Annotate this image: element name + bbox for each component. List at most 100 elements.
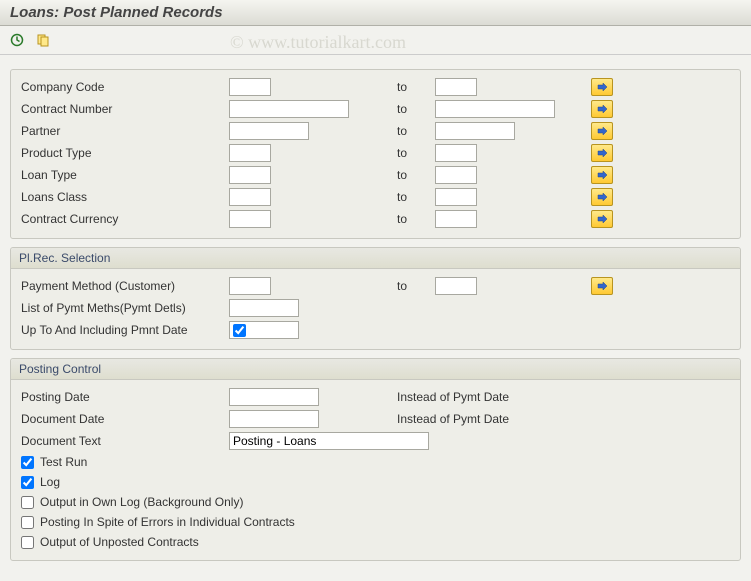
selection-row: Contract Currency to [11, 208, 740, 230]
document-date-row: Document Date Instead of Pymt Date [11, 408, 740, 430]
checkbox-label: Test Run [40, 455, 87, 469]
selection-row: Loans Class to [11, 186, 740, 208]
document-date-input[interactable] [229, 410, 319, 428]
arrow-right-icon [597, 192, 607, 202]
checkbox-label: Log [40, 475, 60, 489]
to-label: to [367, 190, 427, 204]
to-input[interactable] [435, 100, 555, 118]
from-input[interactable] [229, 210, 271, 228]
checkbox-label: Posting In Spite of Errors in Individual… [40, 515, 295, 529]
option-checkbox[interactable] [21, 476, 34, 489]
posting-date-label: Posting Date [21, 390, 221, 404]
selection-row: Product Type to [11, 142, 740, 164]
plrec-title: Pl.Rec. Selection [11, 248, 740, 269]
from-input[interactable] [229, 100, 349, 118]
field-label: Contract Number [21, 102, 221, 116]
field-label: Partner [21, 124, 221, 138]
get-variant-button[interactable] [32, 30, 54, 50]
document-date-label: Document Date [21, 412, 221, 426]
selection-row: Contract Number to [11, 98, 740, 120]
list-pymt-input[interactable] [229, 299, 299, 317]
to-input[interactable] [435, 210, 477, 228]
payment-method-row: Payment Method (Customer) to [11, 275, 740, 297]
selection-row: Partner to [11, 120, 740, 142]
option-checkbox[interactable] [21, 496, 34, 509]
to-input[interactable] [435, 166, 477, 184]
arrow-right-icon [597, 170, 607, 180]
document-date-note: Instead of Pymt Date [367, 412, 617, 426]
document-text-input[interactable] [229, 432, 429, 450]
list-pymt-label: List of Pymt Meths(Pymt Detls) [21, 301, 221, 315]
checkbox-row: Output of Unposted Contracts [11, 532, 740, 552]
multi-select-button[interactable] [591, 122, 613, 140]
selection-group: Company Code to Contract Number to Partner to… [10, 69, 741, 239]
from-input[interactable] [229, 122, 309, 140]
field-label: Loan Type [21, 168, 221, 182]
page-title: Loans: Post Planned Records [0, 0, 751, 26]
field-label: Loans Class [21, 190, 221, 204]
field-label: Product Type [21, 146, 221, 160]
arrow-right-icon [597, 104, 607, 114]
to-label: to [367, 146, 427, 160]
option-checkbox[interactable] [21, 456, 34, 469]
clock-execute-icon [10, 33, 24, 47]
up-to-date-row: Up To And Including Pmnt Date [11, 319, 740, 341]
arrow-right-icon [597, 214, 607, 224]
to-input[interactable] [435, 144, 477, 162]
payment-method-to-input[interactable] [435, 277, 477, 295]
checkbox-row: Test Run [11, 452, 740, 472]
execute-button[interactable] [6, 30, 28, 50]
arrow-right-icon [597, 126, 607, 136]
posting-control-title: Posting Control [11, 359, 740, 380]
multi-select-button[interactable] [591, 100, 613, 118]
variant-icon [36, 33, 50, 47]
from-input[interactable] [229, 188, 271, 206]
from-input[interactable] [229, 144, 271, 162]
to-label: to [367, 102, 427, 116]
multi-select-button[interactable] [591, 277, 613, 295]
from-input[interactable] [229, 78, 271, 96]
multi-select-button[interactable] [591, 188, 613, 206]
arrow-right-icon [597, 82, 607, 92]
option-checkbox[interactable] [21, 516, 34, 529]
multi-select-button[interactable] [591, 166, 613, 184]
payment-method-from-input[interactable] [229, 277, 271, 295]
up-to-date-label: Up To And Including Pmnt Date [21, 323, 221, 337]
document-text-label: Document Text [21, 434, 221, 448]
checkbox-label: Output in Own Log (Background Only) [40, 495, 243, 509]
document-text-row: Document Text [11, 430, 740, 452]
payment-method-label: Payment Method (Customer) [21, 279, 221, 293]
toolbar [0, 26, 751, 55]
to-label: to [367, 212, 427, 226]
posting-date-input[interactable] [229, 388, 319, 406]
to-label: to [367, 124, 427, 138]
field-label: Contract Currency [21, 212, 221, 226]
selection-row: Company Code to [11, 76, 740, 98]
list-pymt-row: List of Pymt Meths(Pymt Detls) [11, 297, 740, 319]
multi-select-button[interactable] [591, 78, 613, 96]
up-to-date-field[interactable] [229, 321, 299, 339]
posting-date-note: Instead of Pymt Date [367, 390, 617, 404]
selection-row: Loan Type to [11, 164, 740, 186]
multi-select-button[interactable] [591, 144, 613, 162]
field-label: Company Code [21, 80, 221, 94]
option-checkbox[interactable] [21, 536, 34, 549]
arrow-right-icon [597, 281, 607, 291]
checkbox-label: Output of Unposted Contracts [40, 535, 199, 549]
to-input[interactable] [435, 188, 477, 206]
checkbox-row: Posting In Spite of Errors in Individual… [11, 512, 740, 532]
to-label: to [367, 168, 427, 182]
posting-control-group: Posting Control Posting Date Instead of … [10, 358, 741, 561]
arrow-right-icon [597, 148, 607, 158]
multi-select-button[interactable] [591, 210, 613, 228]
up-to-date-checkbox[interactable] [233, 324, 246, 337]
checkbox-row: Output in Own Log (Background Only) [11, 492, 740, 512]
to-input[interactable] [435, 78, 477, 96]
checkbox-row: Log [11, 472, 740, 492]
plrec-selection-group: Pl.Rec. Selection Payment Method (Custom… [10, 247, 741, 350]
to-label: to [367, 80, 427, 94]
to-input[interactable] [435, 122, 515, 140]
to-label: to [367, 279, 427, 293]
from-input[interactable] [229, 166, 271, 184]
posting-date-row: Posting Date Instead of Pymt Date [11, 386, 740, 408]
